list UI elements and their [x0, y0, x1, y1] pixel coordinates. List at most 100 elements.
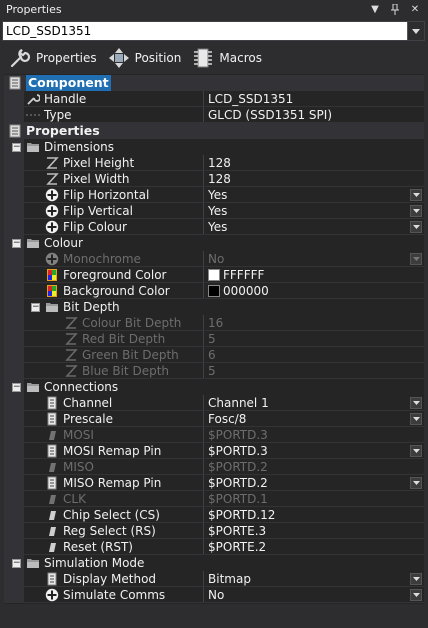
- property-row[interactable]: Simulate Comms No: [4, 587, 424, 603]
- property-value[interactable]: $PORTE.2: [203, 539, 424, 555]
- property-row[interactable]: MOSI Remap Pin $PORTD.3: [4, 443, 424, 459]
- property-value[interactable]: FFFFFF: [203, 267, 424, 283]
- collapse-toggle-icon[interactable]: −: [12, 559, 21, 568]
- property-row[interactable]: Handle LCD_SSD1351: [4, 91, 424, 107]
- close-icon[interactable]: ✕: [408, 2, 422, 16]
- collapse-toggle-icon[interactable]: −: [12, 383, 21, 392]
- property-row[interactable]: Prescale Fosc/8: [4, 411, 424, 427]
- property-row[interactable]: MOSI $PORTD.3: [4, 427, 424, 443]
- tab-position[interactable]: Position: [107, 46, 182, 70]
- move-arrows-icon: [107, 47, 131, 69]
- chevron-down-icon[interactable]: [410, 205, 422, 217]
- property-name: Background Color: [63, 284, 170, 298]
- property-row[interactable]: Blue Bit Depth 5: [4, 363, 424, 379]
- group-title: Connections: [44, 380, 119, 394]
- color-swatch[interactable]: [208, 269, 220, 281]
- tab-position-label: Position: [134, 51, 182, 65]
- chevron-down-icon[interactable]: [410, 221, 422, 233]
- property-name: Pixel Height: [63, 156, 135, 170]
- property-row[interactable]: MISO Remap Pin $PORTD.2: [4, 475, 424, 491]
- property-row[interactable]: Chip Select (CS) $PORTD.12: [4, 507, 424, 523]
- property-name: Red Bit Depth: [82, 332, 166, 346]
- property-row[interactable]: CLK $PORTD.1: [4, 491, 424, 507]
- chevron-down-icon[interactable]: [410, 573, 422, 585]
- property-row[interactable]: Reset (RST) $PORTE.2: [4, 539, 424, 555]
- property-value-text: No: [208, 588, 225, 602]
- property-name: Colour Bit Depth: [82, 316, 182, 330]
- pin-icon: [45, 508, 59, 522]
- collapse-toggle-icon[interactable]: −: [12, 143, 21, 152]
- row-gutter: [4, 347, 24, 363]
- property-row[interactable]: Type GLCD (SSD1351 SPI): [4, 107, 424, 123]
- property-value-text: 128: [208, 156, 231, 170]
- property-value[interactable]: LCD_SSD1351: [203, 91, 424, 107]
- property-row[interactable]: Display Method Bitmap: [4, 571, 424, 587]
- property-value[interactable]: 000000: [203, 283, 424, 299]
- property-value[interactable]: 128: [203, 155, 424, 171]
- z-icon: [45, 172, 59, 186]
- chevron-down-icon[interactable]: [410, 189, 422, 201]
- property-value[interactable]: Fosc/8: [203, 411, 424, 427]
- property-value[interactable]: Yes: [203, 187, 424, 203]
- group-title: Colour: [44, 236, 83, 250]
- row-gutter: [4, 331, 24, 347]
- property-row[interactable]: Channel Channel 1: [4, 395, 424, 411]
- property-value[interactable]: Yes: [203, 203, 424, 219]
- property-row[interactable]: MISO $PORTD.2: [4, 459, 424, 475]
- category-row[interactable]: Properties: [4, 123, 424, 139]
- tab-properties[interactable]: Properties: [8, 46, 97, 70]
- property-value[interactable]: $PORTD.12: [203, 507, 424, 523]
- chevron-down-icon[interactable]: [410, 397, 422, 409]
- component-selector[interactable]: LCD_SSD1351: [2, 21, 425, 41]
- property-row[interactable]: Colour Bit Depth 16: [4, 315, 424, 331]
- property-row[interactable]: Foreground Color FFFFFF: [4, 267, 424, 283]
- property-row[interactable]: Flip Horizontal Yes: [4, 187, 424, 203]
- property-row[interactable]: Flip Vertical Yes: [4, 203, 424, 219]
- chevron-down-icon[interactable]: [410, 477, 422, 489]
- pin-icon[interactable]: [388, 2, 402, 16]
- property-value-text: Yes: [208, 188, 228, 202]
- tab-macros[interactable]: Macros: [191, 46, 262, 70]
- group-row[interactable]: − Colour: [4, 235, 424, 251]
- property-name: MOSI Remap Pin: [63, 444, 162, 458]
- property-value[interactable]: No: [203, 587, 424, 603]
- property-row[interactable]: Reg Select (RS) $PORTE.3: [4, 523, 424, 539]
- group-row[interactable]: − Simulation Mode: [4, 555, 424, 571]
- property-value[interactable]: 128: [203, 171, 424, 187]
- chevron-down-icon[interactable]: [410, 413, 422, 425]
- property-row[interactable]: Pixel Height 128: [4, 155, 424, 171]
- row-gutter: [4, 155, 24, 171]
- property-value[interactable]: Bitmap: [203, 571, 424, 587]
- chevron-down-icon[interactable]: [407, 22, 424, 40]
- collapse-toggle-icon[interactable]: −: [31, 303, 40, 312]
- property-value[interactable]: Yes: [203, 219, 424, 235]
- group-row[interactable]: − Connections: [4, 379, 424, 395]
- row-gutter: [4, 587, 24, 603]
- property-value: $PORTD.1: [203, 491, 424, 507]
- property-row[interactable]: Flip Colour Yes: [4, 219, 424, 235]
- property-value[interactable]: Channel 1: [203, 395, 424, 411]
- property-name: Foreground Color: [63, 268, 167, 282]
- group-row[interactable]: − Bit Depth: [4, 299, 424, 315]
- dropdown-arrow-icon[interactable]: ▼: [368, 2, 382, 16]
- property-row[interactable]: Background Color 000000: [4, 283, 424, 299]
- property-row[interactable]: Monochrome No: [4, 251, 424, 267]
- property-row[interactable]: Green Bit Depth 6: [4, 347, 424, 363]
- category-row[interactable]: Component: [4, 75, 424, 91]
- property-row[interactable]: Red Bit Depth 5: [4, 331, 424, 347]
- property-name: Display Method: [63, 572, 157, 586]
- property-grid: Component Handle LCD_SSD1351 Type GLCD (SSD1…: [4, 74, 424, 604]
- property-value-text: FFFFFF: [223, 268, 265, 282]
- property-value[interactable]: $PORTE.3: [203, 523, 424, 539]
- chevron-down-icon[interactable]: [410, 445, 422, 457]
- color-swatch[interactable]: [208, 285, 220, 297]
- chevron-down-icon[interactable]: [410, 589, 422, 601]
- group-row[interactable]: − Dimensions: [4, 139, 424, 155]
- property-value[interactable]: $PORTD.3: [203, 443, 424, 459]
- z-icon: [64, 332, 78, 346]
- property-row[interactable]: Pixel Width 128: [4, 171, 424, 187]
- property-value-text: $PORTD.2: [208, 460, 268, 474]
- property-value[interactable]: GLCD (SSD1351 SPI): [203, 107, 424, 123]
- property-value[interactable]: $PORTD.2: [203, 475, 424, 491]
- collapse-toggle-icon[interactable]: −: [12, 239, 21, 248]
